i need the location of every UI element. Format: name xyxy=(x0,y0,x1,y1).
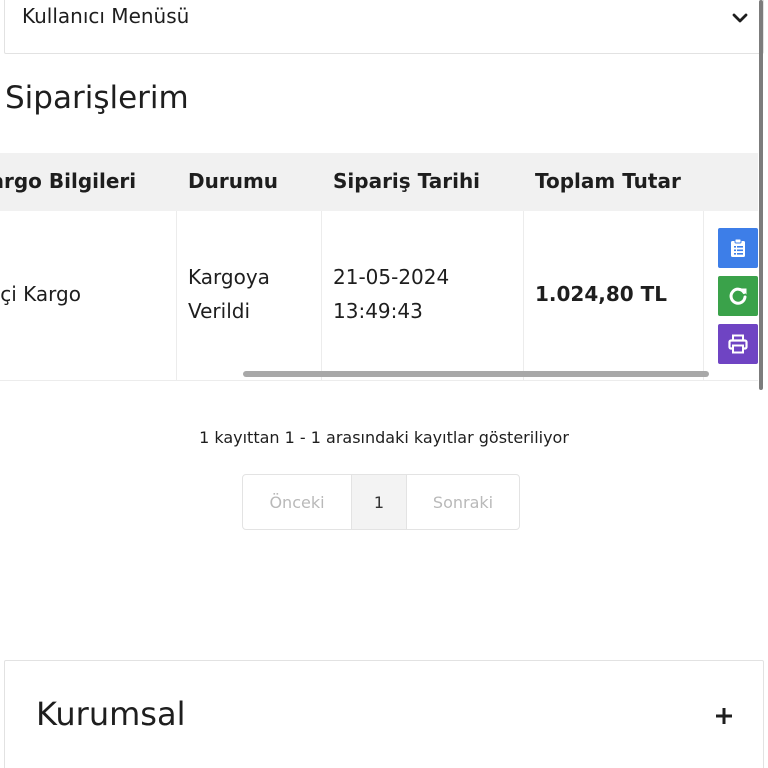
clipboard-icon xyxy=(731,238,745,257)
pagination-page-1[interactable]: 1 xyxy=(351,475,407,529)
printer-icon xyxy=(728,334,748,354)
column-divider xyxy=(703,211,704,381)
table-horizontal-scrollbar[interactable] xyxy=(243,371,709,377)
cell-cargo: Yurtiçi Kargo xyxy=(0,282,81,306)
accordion-title: Kurumsal xyxy=(36,695,186,733)
orders-table: Kargo Bilgileri Durumu Sipariş Tarihi To… xyxy=(0,153,758,383)
cell-status-line2: Verildi xyxy=(188,299,251,323)
user-menu-dropdown[interactable]: Kullanıcı Menüsü xyxy=(4,0,764,54)
cell-status-line1: Kargoya xyxy=(188,265,270,289)
pagination: Önceki 1 Sonraki xyxy=(242,474,520,530)
plus-icon[interactable] xyxy=(715,707,733,725)
page-scrollbar[interactable] xyxy=(759,0,763,390)
user-menu-label: Kullanıcı Menüsü xyxy=(22,4,190,28)
table-info-text: 1 kayıttan 1 - 1 arasındaki kayıtlar gös… xyxy=(199,428,569,447)
col-header-status: Durumu xyxy=(188,169,279,193)
column-divider xyxy=(176,211,177,381)
print-button[interactable] xyxy=(718,324,758,364)
cell-date: 21-05-2024 xyxy=(333,265,450,289)
table-header: Kargo Bilgileri Durumu Sipariş Tarihi To… xyxy=(0,153,758,211)
chevron-down-icon xyxy=(732,13,748,23)
cell-total: 1.024,80 TL xyxy=(535,282,668,306)
pagination-next-button[interactable]: Sonraki xyxy=(407,475,519,529)
orders-page: Kullanıcı Menüsü Siparişlerim Kargo Bilg… xyxy=(0,0,768,768)
order-detail-button[interactable] xyxy=(718,228,758,268)
table-row: Yurtiçi Kargo Kargoya Verildi 21-05-2024… xyxy=(0,211,758,381)
column-divider xyxy=(321,211,322,381)
column-divider xyxy=(523,211,524,381)
kurumsal-accordion[interactable]: Kurumsal xyxy=(4,660,764,768)
page-title: Siparişlerim xyxy=(5,80,189,116)
col-header-total: Toplam Tutar xyxy=(535,169,681,193)
reorder-button[interactable] xyxy=(718,276,758,316)
refresh-icon xyxy=(729,287,747,305)
col-header-date: Sipariş Tarihi xyxy=(333,169,481,193)
col-header-cargo: Kargo Bilgileri xyxy=(0,169,137,193)
cell-time: 13:49:43 xyxy=(333,299,423,323)
pagination-prev-button[interactable]: Önceki xyxy=(243,475,351,529)
